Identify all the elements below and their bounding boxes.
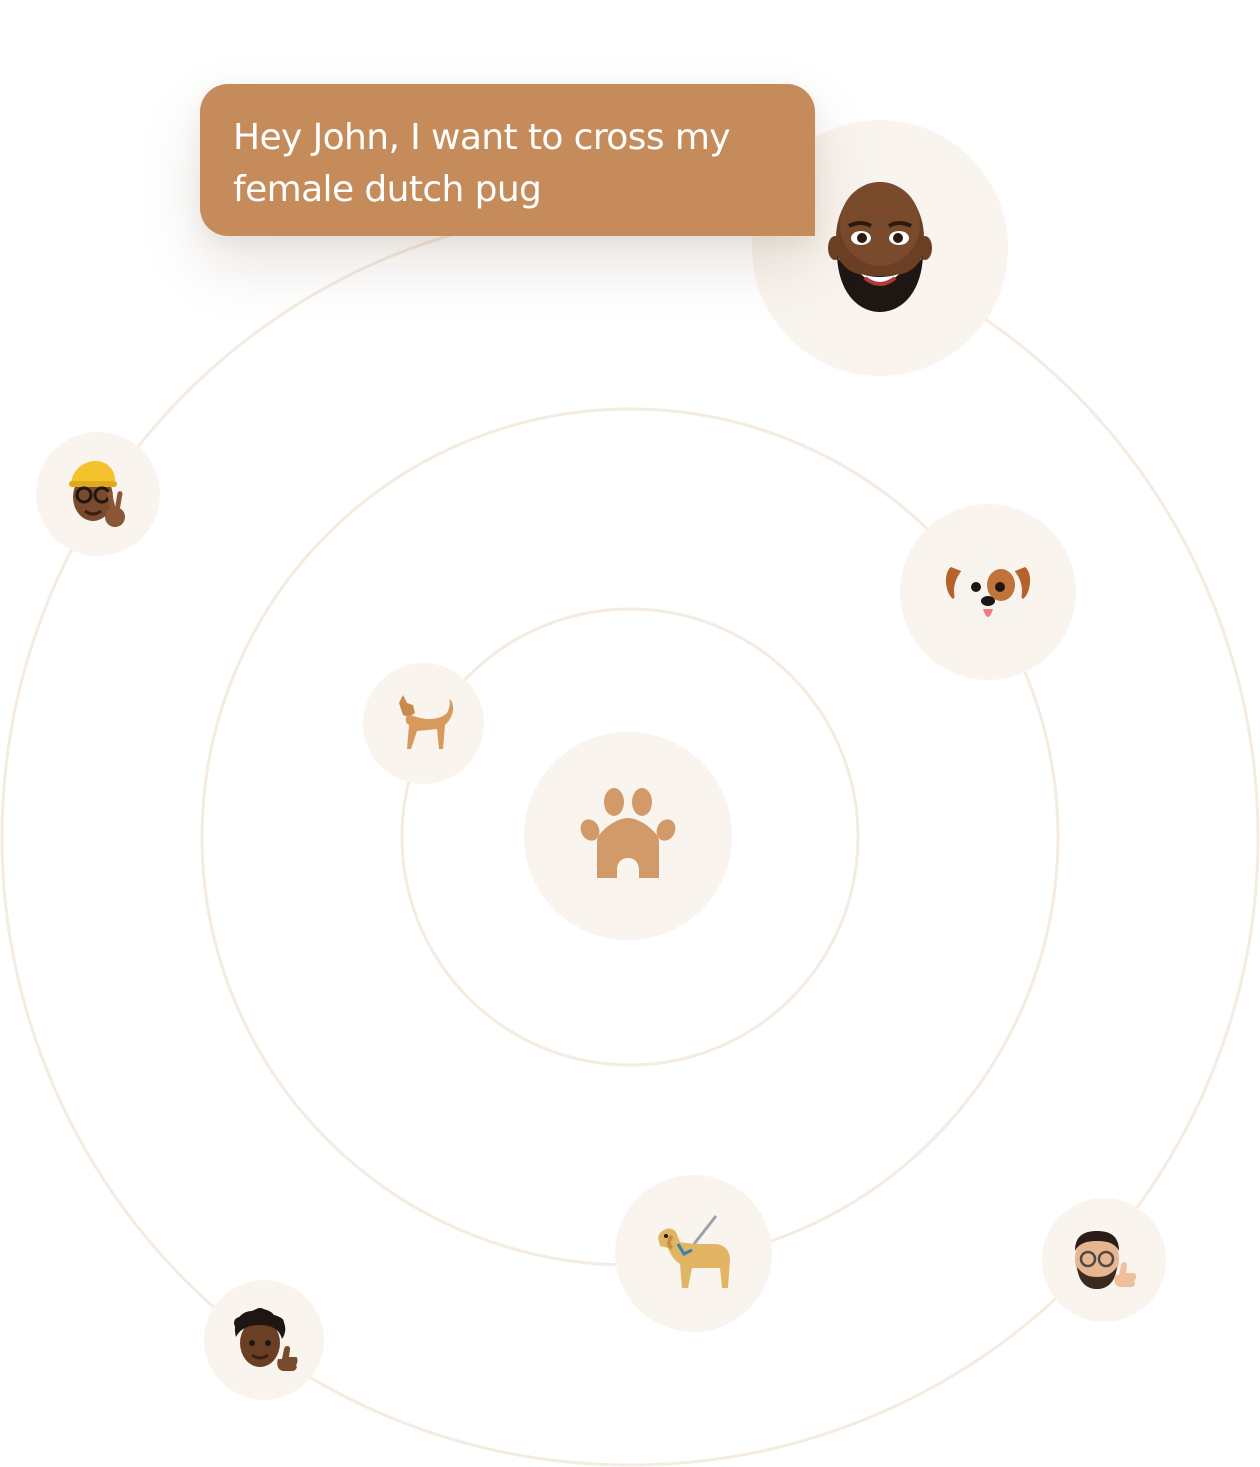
curly-hair-memoji-avatar [204, 1280, 324, 1400]
paw-house-icon [580, 788, 676, 878]
glasses-man-memoji-avatar [1042, 1198, 1166, 1322]
dog-avatar [363, 663, 484, 784]
guide-dog-avatar [615, 1175, 772, 1332]
dog-face-icon [945, 559, 1031, 623]
thumbs-up-curly-memoji-icon [234, 1308, 298, 1371]
center-paw-bubble [524, 732, 732, 940]
puppy-face-avatar [900, 504, 1076, 680]
orbit-illustration: Hey John, I want to cross my female dutc… [0, 0, 1260, 1467]
bald-bearded-man-icon [828, 182, 932, 312]
yellow-cap-memoji-avatar [36, 432, 160, 556]
thumbs-up-glasses-memoji-icon [1075, 1231, 1137, 1289]
peace-sign-cap-memoji-icon [69, 461, 125, 527]
chat-message-card: Hey John, I want to cross my female dutc… [200, 84, 815, 236]
guide-dog-icon [657, 1214, 730, 1288]
dog-icon [398, 694, 453, 749]
chat-message-text: Hey John, I want to cross my female dutc… [233, 117, 731, 210]
